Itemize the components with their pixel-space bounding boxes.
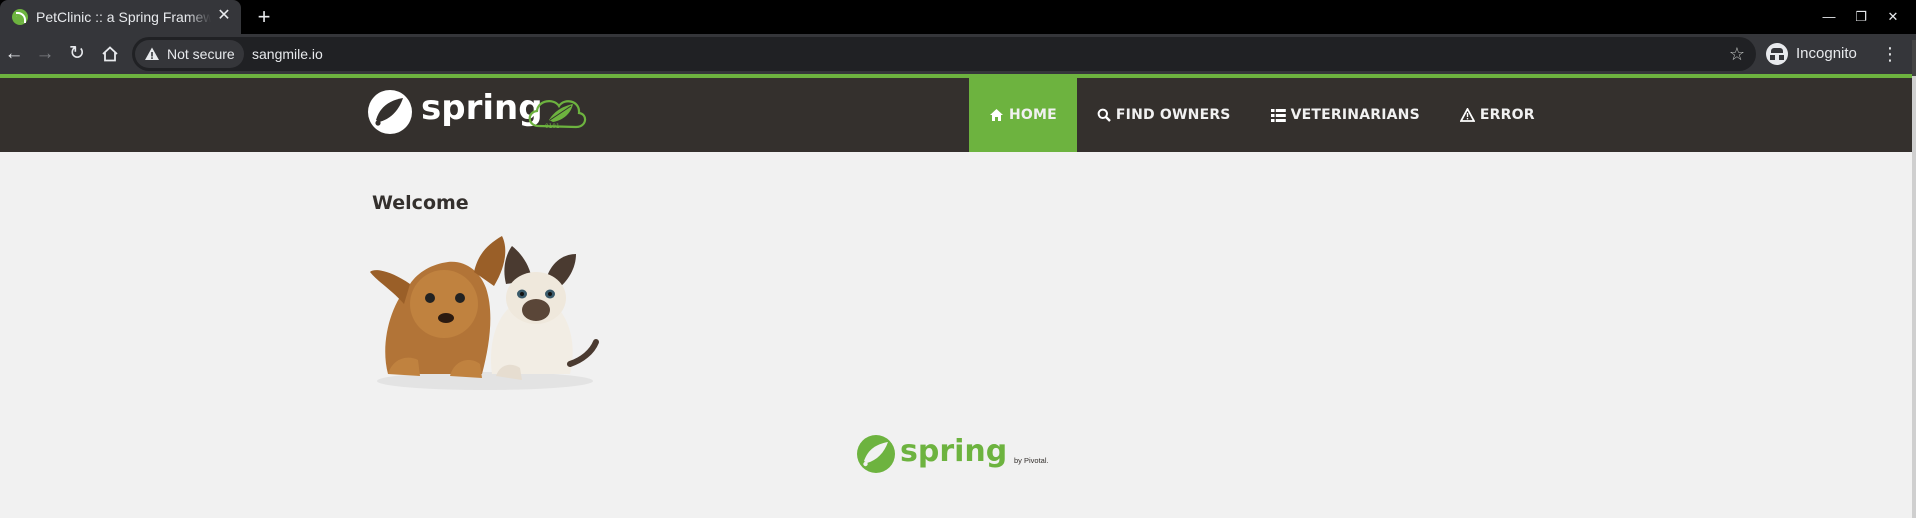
browser-menu-button[interactable]: ⋮	[1879, 40, 1901, 68]
incognito-profile-button[interactable]: Incognito	[1762, 39, 1896, 69]
restore-window-button[interactable]: ❐	[1850, 6, 1872, 28]
pets-image	[370, 236, 599, 390]
nav-veterinarians-label: VETERINARIANS	[1290, 107, 1420, 123]
forward-button[interactable]: →	[31, 40, 59, 68]
nav-find-owners[interactable]: FIND OWNERS	[1077, 78, 1251, 152]
warning-icon	[145, 47, 159, 60]
new-tab-button[interactable]: +	[252, 5, 276, 29]
spring-petclinic-logo[interactable]: spring 0101	[367, 86, 597, 138]
browser-tab[interactable]: PetClinic :: a Spring Framework demonstr…	[0, 0, 241, 34]
home-button[interactable]	[96, 40, 124, 68]
nav-error[interactable]: ERROR	[1440, 78, 1555, 152]
home-icon	[990, 109, 1003, 121]
address-bar[interactable]: Not secure sangmile.io ☆	[132, 37, 1756, 71]
home-outline-icon	[102, 46, 118, 62]
nav-home[interactable]: HOME	[969, 78, 1077, 152]
footer-spring-text: spring	[900, 434, 1007, 469]
svg-text:0101: 0101	[545, 123, 560, 130]
minimize-window-button[interactable]: —	[1818, 6, 1840, 28]
spring-by-pivotal-logo: spring by Pivotal.	[857, 434, 1049, 473]
incognito-label: Incognito	[1796, 45, 1857, 62]
browser-toolbar: ← → ↻ Not secure sangmile.io ☆ Incognito…	[0, 34, 1916, 74]
warning-triangle-icon	[1459, 108, 1475, 122]
page-viewport: spring 0101 HOME FIND OWNERS VETERINARIA…	[0, 74, 1912, 518]
tab-title: PetClinic :: a Spring Framework demonstr…	[36, 9, 211, 27]
list-icon	[1270, 108, 1286, 122]
close-window-button[interactable]: ✕	[1882, 6, 1904, 28]
footer-pivotal-text: by Pivotal.	[1014, 456, 1049, 465]
back-button[interactable]: ←	[0, 40, 28, 68]
nav-home-label: HOME	[1009, 107, 1057, 123]
search-icon	[1097, 108, 1111, 122]
brand-text: spring	[421, 88, 543, 128]
spring-favicon-icon	[12, 9, 28, 25]
nav-find-owners-label: FIND OWNERS	[1115, 107, 1231, 123]
nav-menu: HOME FIND OWNERS VETERINARIANS ERROR	[969, 78, 1555, 152]
tab-close-icon[interactable]: ✕	[215, 7, 233, 25]
security-chip[interactable]: Not secure	[135, 40, 244, 68]
reload-button[interactable]: ↻	[63, 40, 91, 68]
bookmark-star-icon[interactable]: ☆	[1726, 43, 1748, 65]
page-title: Welcome	[372, 192, 469, 214]
browser-tab-strip: PetClinic :: a Spring Framework demonstr…	[0, 0, 1916, 34]
incognito-icon	[1766, 43, 1788, 65]
nav-veterinarians[interactable]: VETERINARIANS	[1251, 78, 1440, 152]
url-text[interactable]: sangmile.io	[252, 46, 323, 62]
page-scrollbar-track[interactable]	[1912, 74, 1916, 518]
security-label: Not secure	[167, 46, 235, 62]
site-navbar: spring 0101 HOME FIND OWNERS VETERINARIA…	[0, 74, 1912, 152]
page-scrollbar-thumb[interactable]	[1912, 40, 1916, 76]
nav-error-label: ERROR	[1479, 107, 1535, 123]
